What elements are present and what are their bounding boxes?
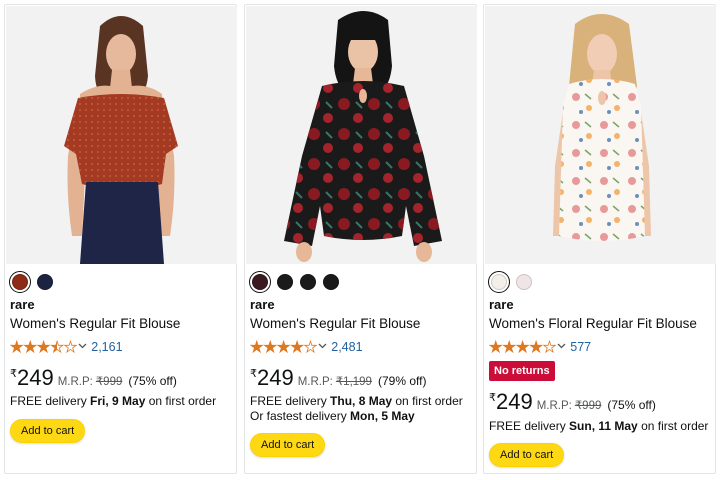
review-count[interactable]: 2,481 [331,340,362,354]
product-card: rare Women's Floral Regular Fit Blouse ★… [483,4,716,474]
mrp-value: ₹999 [95,376,123,388]
price: 249 [17,365,54,390]
star-icon[interactable]: ★★★★★★★★★★ [10,339,78,355]
price: 249 [496,389,533,414]
delivery-date: Fri, 9 May [90,394,146,408]
brand-name: rare [489,297,514,312]
product-photo-red-blouse [6,6,237,264]
rating-row: ★★★★★★★★★★ 2,481 [250,338,363,356]
rating-row: ★★★★★★★★★★ 577 [489,338,592,356]
currency-symbol: ₹ [250,368,257,380]
color-swatches [488,271,539,293]
mrp-value: ₹999 [574,400,602,412]
color-swatch[interactable] [300,274,316,290]
chevron-down-icon[interactable] [78,343,87,349]
color-swatch[interactable] [37,274,53,290]
brand-name: rare [10,297,35,312]
mrp-label: M.R.P: [297,376,333,388]
color-swatch[interactable] [249,271,271,293]
price-row: ₹ 249 M.R.P: ₹999 (75% off) [489,389,656,415]
discount: (79% off) [377,374,427,388]
delivery-info: FREE delivery Thu, 8 May on first order [250,394,463,408]
product-image[interactable] [6,6,237,264]
fastest-date: Mon, 5 May [350,409,415,423]
delivery-prefix: FREE delivery [489,419,570,433]
mrp-label: M.R.P: [536,400,572,412]
add-to-cart-button[interactable]: Add to cart [489,443,565,467]
delivery-info: FREE delivery Sun, 11 May on first order [489,419,708,433]
add-to-cart-button[interactable]: Add to cart [10,419,86,443]
product-title[interactable]: Women's Regular Fit Blouse [250,316,420,331]
product-title[interactable]: Women's Floral Regular Fit Blouse [489,316,697,331]
currency-symbol: ₹ [10,368,17,380]
product-card: rare Women's Regular Fit Blouse ★★★★★ ★★★… [244,4,477,474]
chevron-down-icon[interactable] [318,343,327,349]
product-card: rare Women's Regular Fit Blouse ★★★★★ ★★★… [4,4,237,474]
product-photo-black-floral-blouse [246,6,477,264]
product-image[interactable] [246,6,477,264]
fastest-delivery-info: Or fastest delivery Mon, 5 May [250,409,415,423]
star-icon[interactable]: ★★★★★★★★★★ [250,339,318,355]
delivery-date: Sun, 11 May [569,419,638,433]
product-photo-white-floral-blouse [485,6,716,264]
brand-name: rare [250,297,275,312]
color-swatch[interactable] [488,271,510,293]
delivery-prefix: FREE delivery [250,394,331,408]
delivery-prefix: FREE delivery [10,394,91,408]
product-image[interactable] [485,6,716,264]
currency-symbol: ₹ [489,392,496,404]
delivery-suffix: on first order [392,394,463,408]
delivery-suffix: on first order [145,394,217,408]
delivery-date: Thu, 8 May [330,394,393,408]
mrp-label: M.R.P: [57,376,93,388]
mrp-value: ₹1,199 [335,376,372,388]
price-row: ₹ 249 M.R.P: ₹1,199 (79% off) [250,365,426,391]
color-swatches [9,271,60,293]
color-swatch[interactable] [323,274,339,290]
add-to-cart-button[interactable]: Add to cart [250,433,326,457]
color-swatch[interactable] [516,274,532,290]
price: 249 [257,365,294,390]
color-swatch[interactable] [9,271,31,293]
color-swatch[interactable] [277,274,293,290]
no-returns-badge: No returns [489,361,555,381]
price-row: ₹ 249 M.R.P: ₹999 (75% off) [10,365,177,391]
product-title[interactable]: Women's Regular Fit Blouse [10,316,180,331]
review-count[interactable]: 577 [570,340,591,354]
star-icon[interactable]: ★★★★★★★★★★ [489,339,557,355]
fastest-prefix: Or fastest delivery [250,409,351,423]
discount: (75% off) [128,374,177,388]
delivery-suffix: on first order [637,419,709,433]
discount: (75% off) [607,398,656,412]
delivery-info: FREE delivery Fri, 9 May on first order [10,394,216,408]
color-swatches [249,271,346,293]
rating-row: ★★★★★★★★★★ 2,161 [10,338,123,356]
chevron-down-icon[interactable] [557,343,566,349]
review-count[interactable]: 2,161 [91,340,122,354]
